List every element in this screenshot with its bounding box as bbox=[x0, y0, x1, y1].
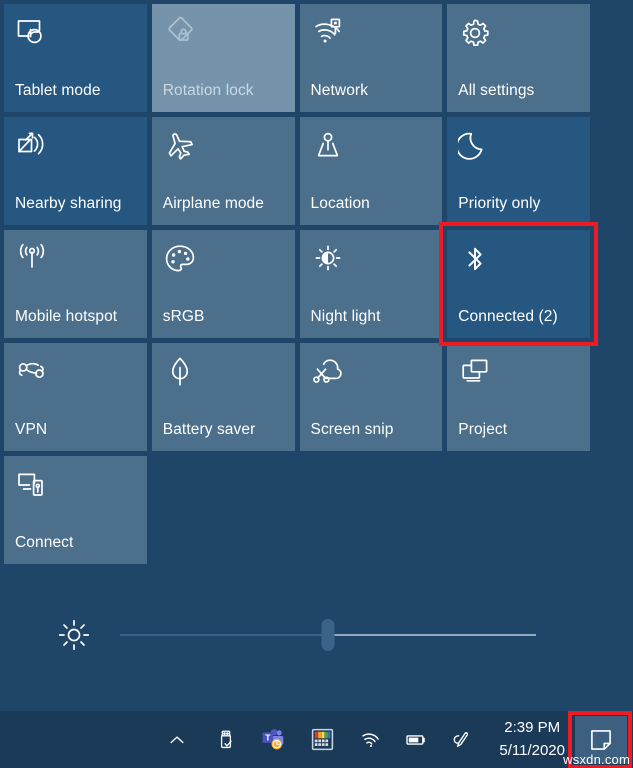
project-icon bbox=[458, 355, 492, 389]
tablet-mode-icon bbox=[15, 16, 49, 50]
gear-icon bbox=[458, 16, 492, 50]
clock-date: 5/11/2020 bbox=[499, 741, 565, 759]
taskbar: T 2:39 PM 5/11/2020 wsxdn.com bbox=[0, 710, 633, 768]
quick-action-tile-label: Connect bbox=[15, 533, 74, 551]
quick-action-tile-label: Battery saver bbox=[162, 420, 256, 438]
microsoft-teams-icon[interactable]: T bbox=[261, 727, 286, 752]
nearby-sharing-icon bbox=[15, 129, 49, 163]
quick-action-tile-label: Airplane mode bbox=[162, 194, 264, 212]
slider-fill bbox=[120, 634, 328, 636]
color-settings-icon[interactable] bbox=[310, 727, 335, 752]
quick-action-tile-label: Priority only bbox=[458, 194, 541, 212]
quick-action-tile-label: Rotation lock bbox=[162, 81, 254, 99]
show-hidden-icons-chevron-icon[interactable] bbox=[167, 730, 187, 750]
quick-action-tile-srgb[interactable]: sRGB bbox=[151, 230, 295, 338]
brightness-icon bbox=[57, 618, 91, 652]
quick-action-tile-label: Screen snip bbox=[310, 420, 394, 438]
quick-action-tile-nearby-sharing[interactable]: Nearby sharing bbox=[4, 117, 147, 225]
quick-action-tile-label: Project bbox=[458, 420, 508, 438]
network-icon bbox=[311, 16, 345, 50]
quick-action-tile-all-settings[interactable]: All settings bbox=[447, 4, 590, 112]
clock-time: 2:39 PM bbox=[504, 719, 561, 736]
battery-icon[interactable] bbox=[405, 729, 427, 751]
bluetooth-icon bbox=[458, 242, 492, 276]
location-icon bbox=[311, 129, 345, 163]
action-center-button[interactable] bbox=[568, 710, 632, 768]
quick-action-tile-night-light[interactable]: Night light bbox=[299, 230, 443, 338]
quick-action-tile-priority-only[interactable]: Priority only bbox=[447, 117, 590, 225]
quick-action-tile-vpn[interactable]: VPN bbox=[4, 343, 147, 451]
moon-icon bbox=[458, 129, 492, 163]
quick-action-tile-label: Network bbox=[310, 81, 369, 99]
quick-action-tile-connected-2[interactable]: Connected (2) bbox=[439, 222, 598, 346]
quick-action-tile-connect[interactable]: Connect bbox=[4, 456, 147, 564]
quick-action-tile-airplane-mode[interactable]: Airplane mode bbox=[151, 117, 295, 225]
quick-action-tile-project[interactable]: Project bbox=[447, 343, 590, 451]
quick-action-tile-mobile-hotspot[interactable]: Mobile hotspot bbox=[4, 230, 147, 338]
mobile-hotspot-icon bbox=[15, 242, 49, 276]
screen-snip-icon bbox=[311, 355, 345, 389]
quick-action-tile-label: All settings bbox=[458, 81, 535, 99]
taskbar-clock[interactable]: 2:39 PM 5/11/2020 bbox=[499, 717, 565, 762]
quick-actions-grid: Tablet mode Rotation lock Network All setti… bbox=[4, 4, 598, 564]
quick-action-tile-rotation-lock[interactable]: Rotation lock bbox=[151, 4, 295, 112]
wifi-icon[interactable] bbox=[359, 729, 381, 751]
quick-action-tile-label: Location bbox=[310, 194, 370, 212]
palette-icon bbox=[163, 242, 197, 276]
quick-action-tile-label: Connected (2) bbox=[458, 307, 558, 325]
quick-action-tile-battery-saver[interactable]: Battery saver bbox=[151, 343, 295, 451]
quick-action-tile-label: Mobile hotspot bbox=[15, 307, 118, 325]
rotation-lock-icon bbox=[163, 16, 197, 50]
night-light-icon bbox=[311, 242, 345, 276]
brightness-slider[interactable] bbox=[120, 619, 536, 651]
quick-action-tile-label: Night light bbox=[310, 307, 381, 325]
quick-action-tile-label: sRGB bbox=[162, 307, 205, 325]
slider-thumb[interactable] bbox=[321, 619, 335, 651]
airplane-icon bbox=[163, 129, 197, 163]
quick-action-tile-label: Tablet mode bbox=[15, 81, 101, 99]
pen-workspace-icon[interactable] bbox=[451, 729, 473, 751]
quick-action-tile-screen-snip[interactable]: Screen snip bbox=[299, 343, 443, 451]
brightness-row bbox=[0, 600, 590, 670]
connect-icon bbox=[15, 468, 49, 502]
quick-action-tile-label: Nearby sharing bbox=[15, 194, 122, 212]
vpn-icon bbox=[15, 355, 49, 389]
quick-action-tile-tablet-mode[interactable]: Tablet mode bbox=[4, 4, 147, 112]
quick-action-tile-network[interactable]: Network bbox=[299, 4, 443, 112]
action-center-flyout: Tablet mode Rotation lock Network All setti… bbox=[0, 0, 633, 768]
svg-text:T: T bbox=[266, 732, 272, 742]
leaf-icon bbox=[163, 355, 197, 389]
quick-action-tile-location[interactable]: Location bbox=[299, 117, 443, 225]
usb-safely-remove-icon[interactable] bbox=[215, 729, 237, 751]
quick-action-tile-label: VPN bbox=[15, 420, 48, 438]
